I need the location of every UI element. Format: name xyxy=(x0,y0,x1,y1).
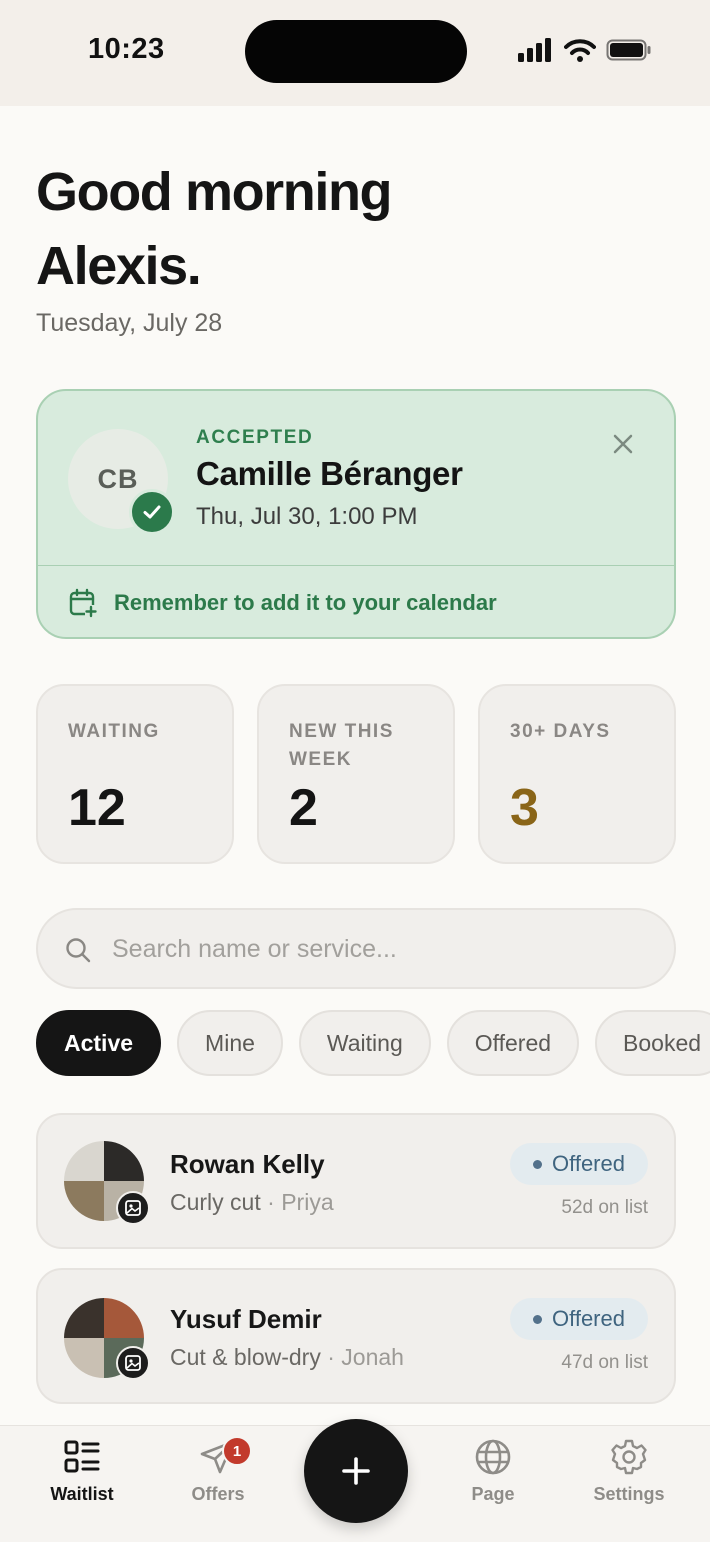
waitlist-screen: 10:23 Good morning Alexis. Tuesday, July… xyxy=(0,0,710,1542)
close-icon[interactable] xyxy=(610,431,636,457)
separator: · xyxy=(320,1344,342,1370)
separator: · xyxy=(260,1189,282,1215)
calendar-reminder[interactable]: Remember to add it to your calendar xyxy=(68,588,497,618)
stat-value: 2 xyxy=(289,779,318,837)
tab-offers[interactable]: 1 Offers xyxy=(158,1436,278,1505)
status-text: Offered xyxy=(552,1151,625,1176)
search-icon xyxy=(66,938,91,963)
stat-label: 30+ DAYS xyxy=(510,721,611,742)
accepted-booking-card[interactable]: CB ACCEPTED Camille Béranger Thu, Jul 30… xyxy=(36,389,676,639)
client-service: Curly cut · Priya xyxy=(170,1189,334,1216)
check-icon xyxy=(129,489,175,535)
tab-label: Page xyxy=(471,1484,515,1504)
service-name: Curly cut xyxy=(170,1189,261,1215)
tab-page[interactable]: Page xyxy=(433,1438,553,1505)
user-name: Alexis. xyxy=(36,236,202,296)
days-on-list: 47d on list xyxy=(561,1352,648,1373)
filter-chips: Active Mine Waiting Offered Booked xyxy=(36,1010,710,1076)
list-icon xyxy=(64,1440,100,1473)
service-name: Cut & blow-dry xyxy=(170,1344,321,1370)
stylist-name: Priya xyxy=(281,1189,334,1215)
greeting: Good morning Alexis. xyxy=(36,155,393,303)
search-input[interactable] xyxy=(112,928,652,970)
client-service: Cut & blow-dry · Jonah xyxy=(170,1344,404,1371)
greeting-line: Good morning xyxy=(36,162,393,222)
calendar-add-icon xyxy=(69,588,98,618)
stat-label: WAITING xyxy=(68,721,160,742)
status-dot-icon xyxy=(533,1159,542,1169)
stat-new-this-week[interactable]: NEW THIS WEEK 2 xyxy=(257,684,455,864)
globe-icon xyxy=(475,1439,511,1475)
client-name: Rowan Kelly xyxy=(170,1149,325,1179)
tab-waitlist[interactable]: Waitlist xyxy=(22,1438,142,1505)
reminder-text: Remember to add it to your calendar xyxy=(114,590,497,615)
chip-offered[interactable]: Offered xyxy=(446,1010,580,1076)
client-row[interactable]: Yusuf Demir Cut & blow-dry · Jonah Offer… xyxy=(36,1268,676,1404)
status-icons xyxy=(518,38,652,62)
offers-badge: 1 xyxy=(222,1436,252,1466)
status-time: 10:23 xyxy=(88,33,165,65)
client-name: Yusuf Demir xyxy=(170,1304,322,1334)
plus-icon xyxy=(342,1457,370,1485)
search-bar[interactable] xyxy=(36,908,676,989)
stat-label: NEW THIS WEEK xyxy=(289,721,394,770)
stat-value: 12 xyxy=(68,779,126,837)
client-row[interactable]: Rowan Kelly Curly cut · Priya Offered 52… xyxy=(36,1113,676,1249)
image-icon xyxy=(116,1346,150,1380)
chip-mine[interactable]: Mine xyxy=(177,1010,283,1076)
current-date: Tuesday, July 28 xyxy=(36,309,223,337)
chip-booked[interactable]: Booked xyxy=(595,1010,710,1076)
wifi-icon xyxy=(564,39,596,62)
client-name: Camille Béranger xyxy=(196,455,463,492)
tab-label: Waitlist xyxy=(50,1484,114,1504)
tab-settings[interactable]: Settings xyxy=(569,1438,689,1505)
stat-value: 3 xyxy=(510,779,539,837)
dynamic-island xyxy=(245,20,467,83)
chip-waiting[interactable]: Waiting xyxy=(298,1010,431,1076)
cellular-signal-icon xyxy=(518,38,551,62)
status-bar: 10:23 xyxy=(0,0,710,106)
stat-waiting[interactable]: WAITING 12 xyxy=(36,684,234,864)
status-dot-icon xyxy=(533,1314,542,1324)
tab-label: Settings xyxy=(593,1484,665,1504)
appointment-time: Thu, Jul 30, 1:00 PM xyxy=(196,503,418,530)
stylist-name: Jonah xyxy=(341,1344,404,1370)
status-label: ACCEPTED xyxy=(196,427,314,448)
divider xyxy=(38,565,674,566)
chip-active[interactable]: Active xyxy=(36,1010,162,1076)
status-text: Offered xyxy=(552,1306,625,1331)
days-on-list: 52d on list xyxy=(561,1197,648,1218)
battery-icon xyxy=(606,39,651,61)
stat-30-plus-days[interactable]: 30+ DAYS 3 xyxy=(478,684,676,864)
status-badge: Offered xyxy=(510,1298,648,1340)
status-badge: Offered xyxy=(510,1143,648,1185)
image-icon xyxy=(116,1191,150,1225)
gear-icon xyxy=(611,1439,647,1475)
add-button[interactable] xyxy=(304,1419,408,1523)
tab-label: Offers xyxy=(191,1484,245,1504)
